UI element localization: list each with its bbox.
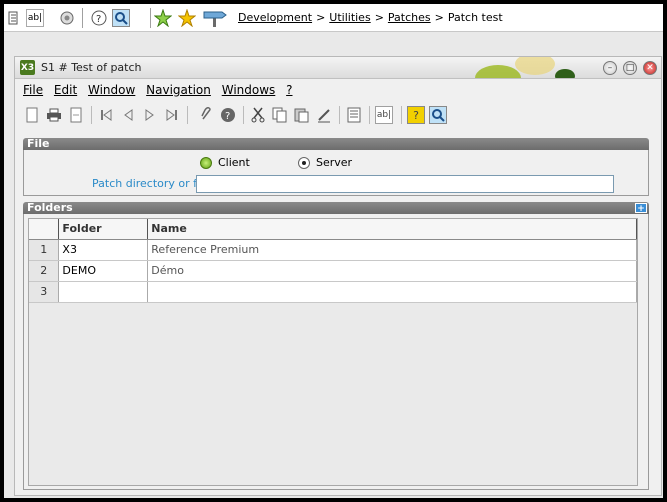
text-field-icon[interactable]: ab| — [26, 9, 44, 27]
client-radio-label: Client — [218, 156, 250, 169]
breadcrumb-utilities[interactable]: Utilities — [329, 11, 370, 24]
text-field-icon[interactable]: ab| — [375, 106, 393, 124]
breadcrumb-separator: > — [316, 11, 326, 24]
server-radio[interactable]: Server — [298, 156, 352, 169]
folders-section: Folder Name 1 X3 Reference Premium 2 DEM… — [23, 214, 649, 490]
folders-section-header: Folders + — [23, 202, 649, 214]
name-cell[interactable]: Démo — [147, 260, 637, 282]
table-row[interactable]: 2 DEMO Démo — [29, 260, 637, 282]
x3-logo-icon: X3 — [20, 60, 35, 75]
toolbar-separator — [369, 106, 370, 124]
search-icon[interactable] — [112, 9, 130, 27]
server-radio-label: Server — [316, 156, 353, 169]
folder-cell[interactable] — [58, 281, 149, 303]
toolbar-separator — [401, 106, 402, 124]
toolbar-separator — [187, 106, 188, 124]
help-icon[interactable]: ? — [407, 106, 425, 124]
breadcrumb-separator: > — [434, 11, 444, 24]
column-header-name[interactable]: Name — [147, 219, 637, 240]
toolbar-separator — [339, 106, 340, 124]
search-icon[interactable] — [429, 106, 447, 124]
toolbar-separator — [91, 106, 92, 124]
list-icon[interactable] — [4, 9, 22, 27]
svg-text:?: ? — [96, 14, 101, 25]
folder-cell[interactable]: DEMO — [58, 260, 149, 282]
menu-edit[interactable]: Edit — [54, 83, 77, 97]
menu-window[interactable]: Window — [88, 83, 135, 97]
table-header-row: Folder Name — [29, 219, 637, 240]
attach-icon[interactable] — [197, 106, 215, 124]
next-icon[interactable] — [141, 106, 159, 124]
breadcrumb-current: Patch test — [447, 11, 503, 24]
copy-icon[interactable] — [271, 106, 289, 124]
help-icon[interactable]: ? — [90, 9, 108, 27]
settings-icon[interactable] — [58, 9, 76, 27]
name-cell[interactable]: Reference Premium — [147, 239, 637, 261]
help-label: ? — [413, 108, 419, 122]
client-radio-dot[interactable] — [200, 156, 212, 169]
menu-help[interactable]: ? — [286, 83, 292, 97]
star-icon[interactable] — [178, 9, 196, 27]
client-radio[interactable]: Client — [200, 156, 250, 169]
patch-directory-label: Patch directory or file — [92, 177, 210, 190]
cut-icon[interactable] — [249, 106, 267, 124]
title-decoration — [515, 57, 555, 75]
title-decoration — [555, 69, 575, 78]
top-bar: ab| ? Development > Utilities > Patches > Patc… — [4, 4, 663, 32]
table-row[interactable]: 1 X3 Reference Premium — [29, 239, 637, 261]
file-section-header: File — [23, 138, 649, 150]
folders-grid: Folder Name 1 X3 Reference Premium 2 DEM… — [28, 218, 638, 486]
breadcrumb-patches[interactable]: Patches — [388, 11, 431, 24]
menu-bar: File Edit Window Navigation Windows ? — [23, 83, 300, 99]
svg-text:?: ? — [225, 111, 230, 122]
previous-icon[interactable] — [119, 106, 137, 124]
title-decoration — [475, 65, 521, 78]
table-row[interactable]: 3 — [29, 281, 637, 303]
restore-button[interactable]: □ — [623, 61, 637, 75]
window-titlebar[interactable]: X3 S1 # Test of patch – □ ✕ — [15, 57, 661, 79]
breadcrumb: Development > Utilities > Patches > Patch test — [238, 11, 503, 24]
close-button[interactable]: ✕ — [643, 61, 657, 75]
info-icon[interactable]: ? — [219, 106, 237, 124]
row-number-header — [29, 219, 60, 240]
toolbar-separator — [82, 8, 83, 28]
row-number: 2 — [29, 260, 60, 282]
menu-windows[interactable]: Windows — [222, 83, 276, 97]
edit-icon[interactable] — [315, 106, 333, 124]
paste-icon[interactable] — [293, 106, 311, 124]
row-number: 3 — [29, 281, 60, 303]
toolbar-separator — [150, 8, 151, 28]
new-icon[interactable] — [23, 106, 41, 124]
app-frame: ab| ? Development > Utilities > Patches > Patc… — [4, 4, 663, 498]
signpost-icon[interactable] — [202, 9, 228, 27]
folder-cell[interactable]: X3 — [58, 239, 149, 261]
file-section: Client Server Patch directory or file — [23, 150, 649, 196]
export-icon[interactable] — [67, 106, 85, 124]
patch-directory-input[interactable] — [196, 175, 614, 193]
row-number: 1 — [29, 239, 60, 261]
name-cell[interactable] — [147, 281, 637, 303]
patch-window: X3 S1 # Test of patch – □ ✕ File Edit Wi… — [14, 56, 662, 496]
print-icon[interactable] — [45, 106, 63, 124]
star-add-icon[interactable] — [154, 9, 172, 27]
server-radio-dot[interactable] — [298, 156, 310, 169]
expand-icon[interactable]: + — [635, 203, 647, 214]
last-icon[interactable] — [163, 106, 181, 124]
first-icon[interactable] — [97, 106, 115, 124]
menu-navigation[interactable]: Navigation — [146, 83, 211, 97]
minimize-button[interactable]: – — [603, 61, 617, 75]
column-header-folder[interactable]: Folder — [58, 219, 149, 240]
window-toolbar: ? ab| ? — [23, 104, 653, 126]
breadcrumb-separator: > — [374, 11, 384, 24]
toolbar-separator — [243, 106, 244, 124]
menu-file[interactable]: File — [23, 83, 43, 97]
breadcrumb-development[interactable]: Development — [238, 11, 312, 24]
folders-section-title: Folders — [27, 201, 73, 214]
folders-table: Folder Name 1 X3 Reference Premium 2 DEM… — [29, 219, 637, 303]
list-icon[interactable] — [345, 106, 363, 124]
window-title: S1 # Test of patch — [41, 61, 142, 74]
